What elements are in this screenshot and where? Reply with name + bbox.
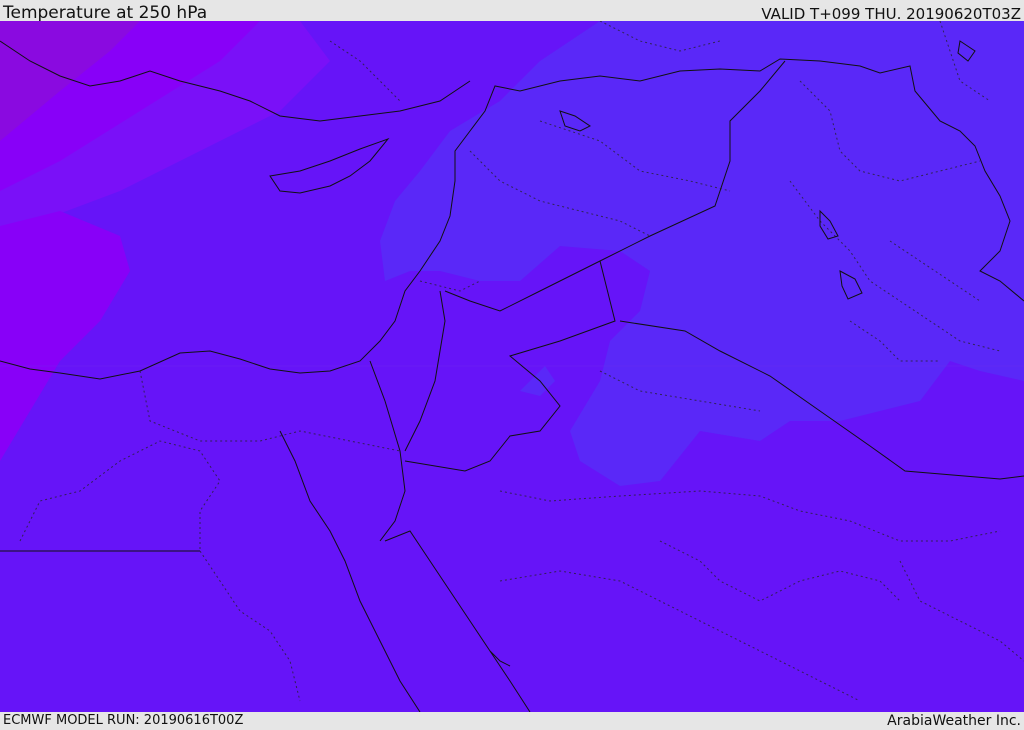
- credit-label: ArabiaWeather Inc.: [887, 713, 1021, 729]
- header-bar: Temperature at 250 hPa VALID T+099 THU. …: [0, 0, 1024, 23]
- map-canvas: [0, 21, 1024, 712]
- map-title: Temperature at 250 hPa: [3, 3, 208, 23]
- model-run-label: ECMWF MODEL RUN: 20190616T00Z: [3, 713, 244, 728]
- weather-map[interactable]: [0, 21, 1024, 712]
- footer-bar: ECMWF MODEL RUN: 20190616T00Z ArabiaWeat…: [0, 712, 1024, 729]
